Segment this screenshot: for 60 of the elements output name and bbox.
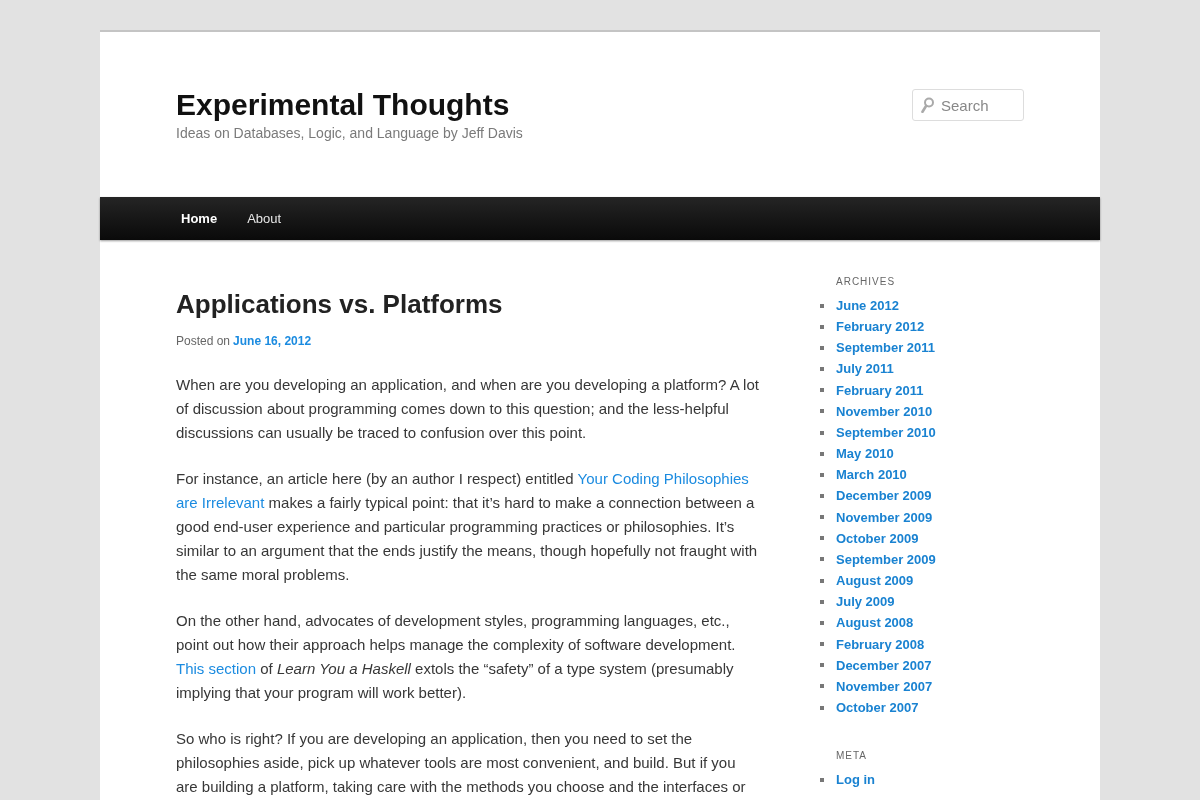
bullet-icon <box>820 663 824 668</box>
sidebar-link[interactable]: March 2010 <box>836 464 907 486</box>
post-date-link[interactable]: June 16, 2012 <box>233 333 312 349</box>
bullet-icon <box>820 367 824 372</box>
sidebar-link[interactable]: August 2008 <box>836 612 914 634</box>
nav-link[interactable]: Home <box>166 197 233 240</box>
sidebar-link[interactable]: June 2012 <box>836 295 899 317</box>
bullet-icon <box>820 536 824 541</box>
bullet-icon <box>820 472 824 477</box>
sidebar-link[interactable]: November 2009 <box>836 506 933 528</box>
bullet-icon <box>820 324 824 329</box>
post-paragraph: So who is right? If you are developing an application, then you need to set the philosophies aside, pick up whatever tools are most convenient, and build. But if you are building a platform, taking care with the methods you choose and the interfaces or <box>176 729 747 797</box>
bullet-icon <box>820 345 824 350</box>
bullet-icon <box>820 430 824 435</box>
inline-link[interactable]: Your Coding Philosophies <box>577 470 749 487</box>
post-title: Applications vs. Platforms <box>176 288 504 321</box>
sidebar-link[interactable]: February 2011 <box>836 379 924 401</box>
bullet-icon <box>820 777 824 782</box>
bullet-icon <box>820 578 824 583</box>
sidebar-link[interactable]: September 2009 <box>836 548 936 571</box>
sidebar-link[interactable]: November 2010 <box>836 400 933 422</box>
post-paragraph: On the other hand, advocates of development styles, programming languages, etc., point out how their approach helps manage the complexity of software development. This section of Learn You a Haskell extols the “safety” of a type system (presumably implying that your program will work better). <box>176 611 737 703</box>
search-icon <box>921 97 934 113</box>
sidebar-link[interactable]: August 2009 <box>836 570 914 592</box>
bullet-icon <box>820 515 824 520</box>
site-tagline: Ideas on Databases, Logic, and Language by Jeff Davis <box>176 124 523 143</box>
bullet-icon <box>820 388 824 393</box>
sidebar-link[interactable]: February 2008 <box>836 633 925 655</box>
bullet-icon <box>820 303 824 308</box>
bullet-icon <box>820 684 824 689</box>
sidebar-link[interactable]: September 2011 <box>836 337 935 359</box>
sidebar-link[interactable]: May 2010 <box>836 443 894 465</box>
nav-link[interactable]: About <box>232 197 297 240</box>
sidebar-link[interactable]: February 2012 <box>836 316 925 338</box>
bullet-icon <box>820 494 824 498</box>
widget-heading: ARCHIVES <box>836 275 897 289</box>
sidebar-link[interactable]: October 2009 <box>836 527 919 549</box>
sidebar-link[interactable]: November 2007 <box>836 675 933 697</box>
post-paragraph: For instance, an article here (by an author I respect) entitled Your Coding Philosophies are Irrelevant makes a fairly typical point: that it’s hard to make a connection between a good end-user experience and particular programming practices or philosophies. It’s similar to an argument that the ends justify the means, though hopefully not fraught with the same moral problems. <box>176 469 759 585</box>
sidebar-link[interactable]: December 2007 <box>836 654 932 676</box>
bullet-icon <box>820 557 824 562</box>
bullet-icon <box>820 451 824 456</box>
bullet-icon <box>820 620 824 625</box>
bullet-icon <box>820 599 824 604</box>
bullet-icon <box>820 409 824 414</box>
sidebar-link[interactable]: July 2011 <box>836 358 894 380</box>
sidebar-link[interactable]: October 2007 <box>836 696 919 719</box>
posted-on-label: Posted on <box>176 333 231 349</box>
inline-link[interactable]: are Irrelevant <box>176 494 265 511</box>
post-paragraph: When are you developing an application, and when are you developing a platform? A lot of discussion about programming comes down to this question; and the less-helpful discussions can usually be traced to confusion over this point. <box>176 375 760 443</box>
sidebar-link[interactable]: Log in <box>836 769 875 791</box>
search-field[interactable]: Search <box>912 89 1024 121</box>
bullet-icon <box>820 705 824 710</box>
bullet-icon <box>820 642 824 647</box>
site-title[interactable]: Experimental Thoughts <box>176 87 510 123</box>
inline-link[interactable]: This section <box>176 660 257 677</box>
sidebar-link[interactable]: December 2009 <box>836 485 932 507</box>
widget-heading: META <box>836 749 869 764</box>
sidebar-link[interactable]: September 2010 <box>836 421 936 444</box>
sidebar-link[interactable]: July 2009 <box>836 591 895 613</box>
